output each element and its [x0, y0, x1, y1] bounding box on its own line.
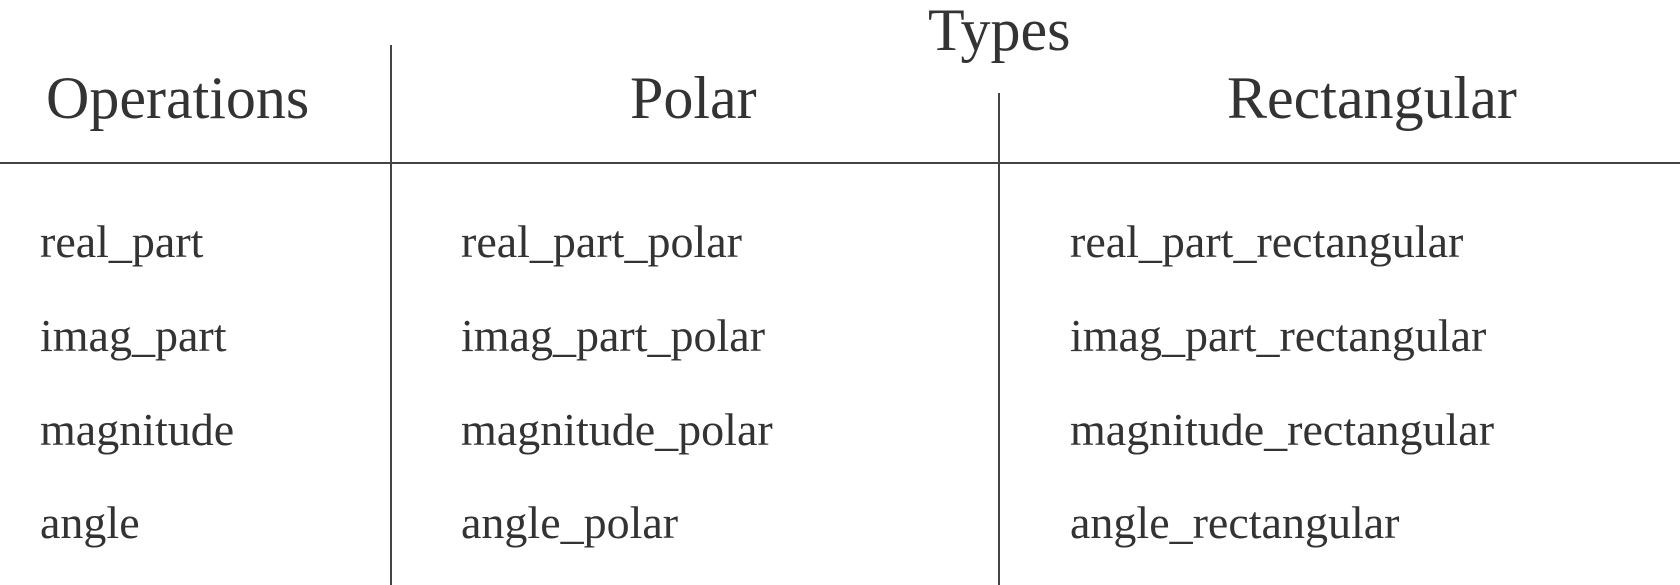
polar-column-divider [998, 93, 1000, 585]
operation-cell: imag_part [40, 310, 227, 361]
polar-cell: imag_part_polar [461, 310, 766, 361]
header-divider [0, 162, 1680, 164]
operations-types-table: Types Operations Polar Rectangular real_… [0, 0, 1680, 585]
types-group-title: Types [928, 0, 1071, 63]
polar-cell: magnitude_polar [461, 404, 773, 455]
operation-cell: angle [40, 497, 140, 548]
rectangular-header: Rectangular [1227, 65, 1517, 131]
rectangular-cell: imag_part_rectangular [1070, 310, 1487, 361]
polar-cell: angle_polar [461, 497, 679, 548]
operation-cell: magnitude [40, 404, 235, 455]
polar-cell: real_part_polar [461, 216, 742, 267]
rectangular-cell: magnitude_rectangular [1070, 404, 1495, 455]
polar-header: Polar [630, 65, 757, 131]
rectangular-cell: real_part_rectangular [1070, 216, 1464, 267]
operations-header: Operations [46, 65, 310, 131]
operations-column-divider [390, 45, 392, 585]
rectangular-cell: angle_rectangular [1070, 497, 1400, 548]
operation-cell: real_part [40, 216, 204, 267]
